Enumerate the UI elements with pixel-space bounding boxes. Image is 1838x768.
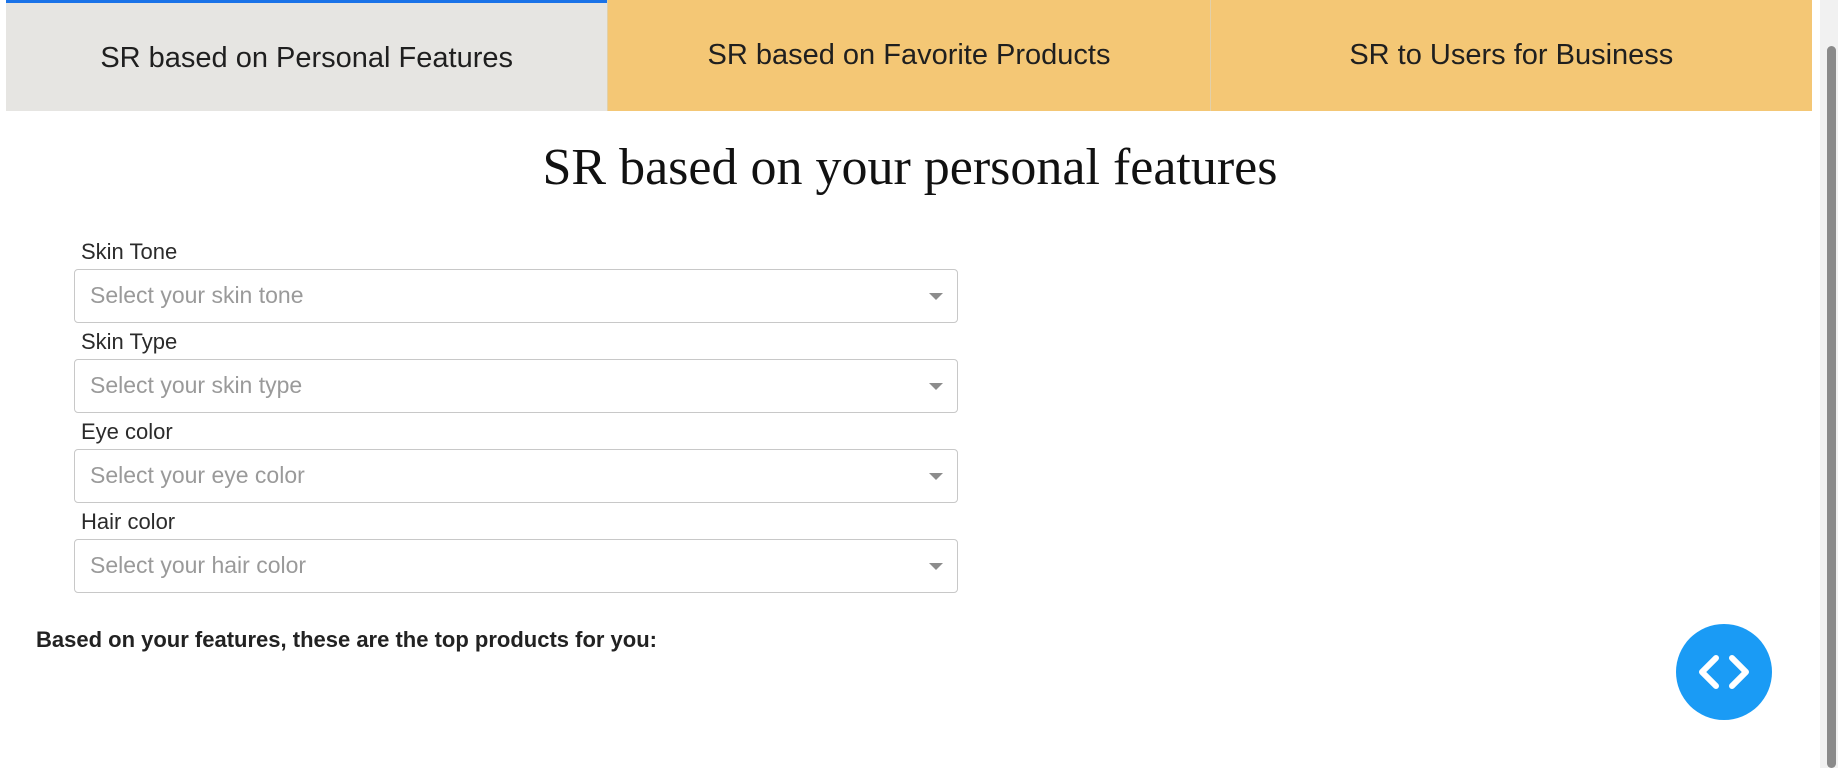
- chevron-down-icon: [929, 383, 943, 390]
- hair-color-select[interactable]: Select your hair color: [74, 539, 958, 593]
- hair-color-label: Hair color: [81, 509, 176, 534]
- skin-tone-select[interactable]: Select your skin tone: [74, 269, 958, 323]
- tab-bar: SR based on Personal Features SR based o…: [6, 0, 1812, 111]
- chevron-down-icon: [929, 563, 943, 570]
- eye-color-label: Eye color: [81, 419, 173, 444]
- select-placeholder: Select your hair color: [90, 552, 307, 578]
- chevron-down-icon: [929, 473, 943, 480]
- skin-tone-label: Skin Tone: [81, 239, 178, 264]
- skin-type-select[interactable]: Select your skin type: [74, 359, 958, 413]
- tab-users-for-business[interactable]: SR to Users for Business: [1209, 0, 1812, 111]
- chevron-down-icon: [929, 293, 943, 300]
- tab-label: SR to Users for Business: [1349, 39, 1674, 71]
- skin-type-label: Skin Type: [81, 329, 178, 354]
- page-title: SR based on your personal features: [542, 139, 1278, 196]
- tab-label: SR based on Personal Features: [100, 41, 513, 74]
- tab-favorite-products[interactable]: SR based on Favorite Products: [607, 0, 1210, 111]
- select-placeholder: Select your skin type: [90, 372, 303, 398]
- code-icon: [1699, 655, 1749, 689]
- code-toggle-button[interactable]: [1676, 624, 1772, 720]
- select-placeholder: Select your skin tone: [90, 282, 304, 308]
- tab-personal-features[interactable]: SR based on Personal Features: [6, 0, 608, 111]
- select-placeholder: Select your eye color: [90, 462, 305, 488]
- eye-color-select[interactable]: Select your eye color: [74, 449, 958, 503]
- scrollbar-thumb[interactable]: [1827, 46, 1836, 768]
- results-heading: Based on your features, these are the to…: [36, 627, 657, 652]
- tab-label: SR based on Favorite Products: [707, 39, 1111, 71]
